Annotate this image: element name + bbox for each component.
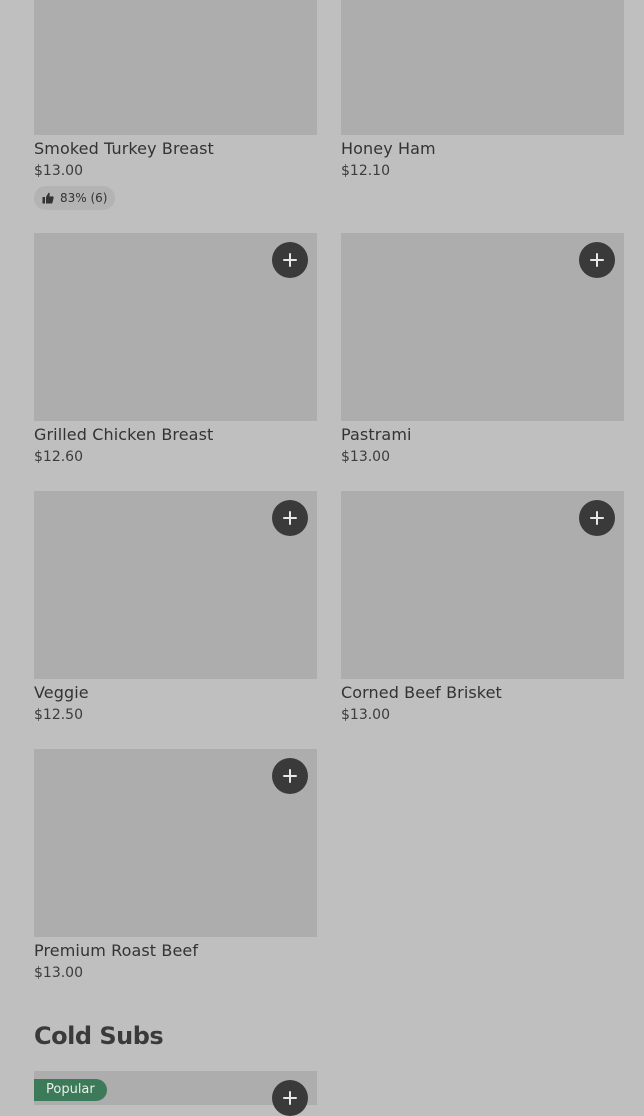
item-image[interactable] — [34, 491, 317, 679]
plus-icon — [590, 511, 604, 525]
plus-icon — [590, 253, 604, 267]
add-item-button[interactable] — [272, 1080, 308, 1116]
thumbs-up-icon — [42, 192, 54, 204]
item-image[interactable] — [34, 0, 317, 135]
item-price: $12.50 — [34, 707, 83, 723]
item-name: Premium Roast Beef — [34, 941, 199, 960]
menu-item-card[interactable]: Veggie $12.50 — [34, 491, 317, 724]
item-price: $13.00 — [341, 707, 390, 723]
menu-item-card[interactable]: Popular — [34, 1071, 317, 1116]
add-item-button[interactable] — [272, 758, 308, 794]
item-price: $12.10 — [341, 163, 390, 179]
add-item-button[interactable] — [579, 242, 615, 278]
menu-item-card[interactable]: Pastrami $13.00 — [341, 233, 624, 466]
item-name: Pastrami — [341, 425, 412, 444]
rating-badge: 83% (6) — [34, 186, 116, 210]
plus-icon — [283, 253, 297, 267]
plus-icon — [283, 1091, 297, 1105]
item-price: $13.00 — [34, 965, 83, 981]
menu-item-card[interactable]: Premium Roast Beef $13.00 — [34, 749, 317, 982]
item-image[interactable] — [34, 233, 317, 421]
add-item-button[interactable] — [272, 500, 308, 536]
item-price: $12.60 — [34, 449, 83, 465]
item-image[interactable]: Popular — [34, 1071, 317, 1116]
item-price: $13.00 — [341, 449, 390, 465]
item-name: Smoked Turkey Breast — [34, 139, 214, 158]
menu-item-card[interactable]: Corned Beef Brisket $13.00 — [341, 491, 624, 724]
item-image[interactable] — [341, 233, 624, 421]
item-name: Grilled Chicken Breast — [34, 425, 214, 444]
rating-text: 83% (6) — [60, 191, 108, 205]
item-image[interactable] — [341, 491, 624, 679]
add-item-button[interactable] — [272, 242, 308, 278]
plus-icon — [283, 511, 297, 525]
item-image[interactable] — [341, 0, 624, 135]
item-name: Honey Ham — [341, 139, 436, 158]
item-price: $13.00 — [34, 163, 83, 179]
item-name: Corned Beef Brisket — [341, 683, 502, 702]
item-image[interactable] — [34, 749, 317, 937]
popular-badge: Popular — [34, 1079, 107, 1101]
plus-icon — [283, 769, 297, 783]
menu-item-card[interactable]: Smoked Turkey Breast $13.00 83% (6) — [34, 0, 317, 210]
section-title: Cold Subs — [34, 1022, 164, 1050]
item-name: Veggie — [34, 683, 89, 702]
menu-item-card[interactable]: Grilled Chicken Breast $12.60 — [34, 233, 317, 466]
menu-item-card[interactable]: Honey Ham $12.10 — [341, 0, 624, 180]
add-item-button[interactable] — [579, 500, 615, 536]
